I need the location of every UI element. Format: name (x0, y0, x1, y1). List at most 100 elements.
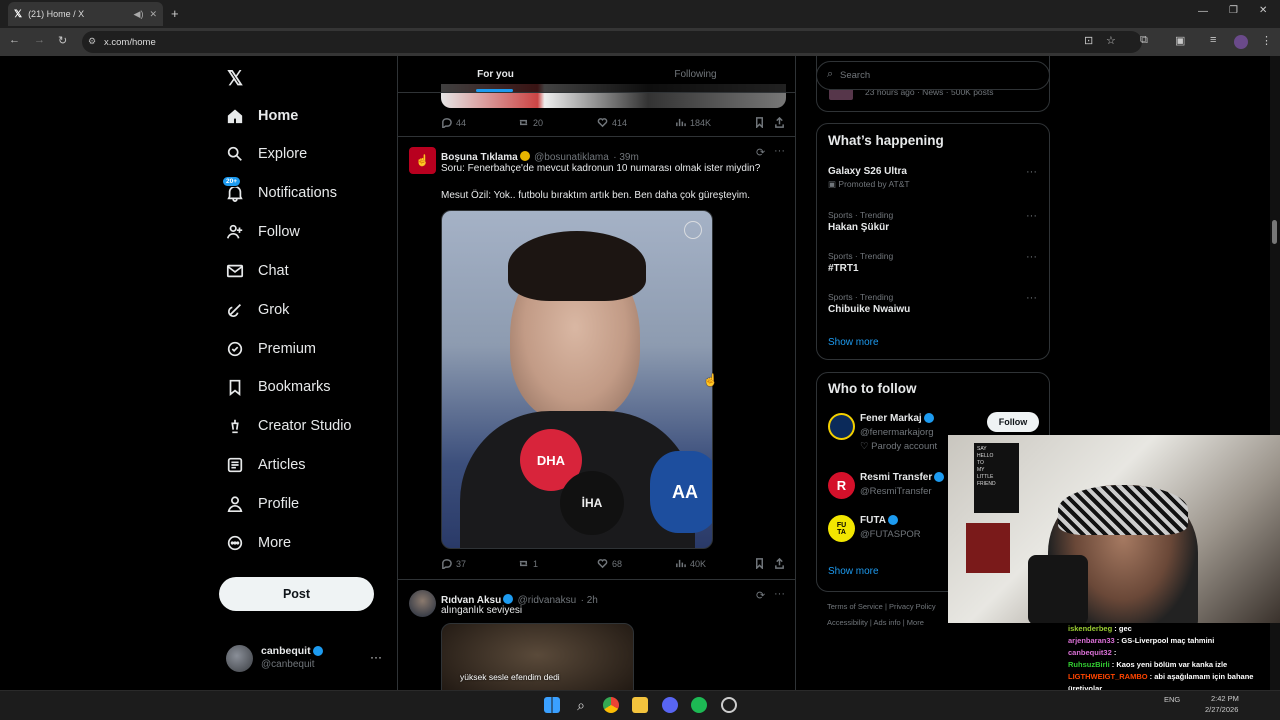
more-dots-icon[interactable]: ··· (370, 650, 382, 664)
footer-link[interactable]: Terms of Service (827, 602, 883, 611)
search-input[interactable]: Search (840, 70, 870, 81)
sidebar-item-articles[interactable]: Articles (226, 452, 306, 478)
search-box[interactable]: ⌕ Search (816, 61, 1050, 90)
restore-icon[interactable]: ❐ (1229, 5, 1238, 16)
footer-link[interactable]: Accessibility (827, 618, 868, 627)
avatar (828, 413, 855, 440)
repost-button[interactable]: 20 (518, 117, 543, 128)
scrollbar-thumb[interactable] (1272, 220, 1277, 244)
chat-text: : gec (1114, 624, 1132, 633)
sidebar-item-label: Bookmarks (258, 379, 331, 395)
more-dots-icon[interactable]: ··· (1026, 210, 1037, 222)
show-more-link[interactable]: Show more (828, 566, 879, 577)
views-button[interactable]: 184K (675, 117, 711, 128)
more-icon (226, 534, 244, 552)
extensions-icon[interactable]: ⧉ (1140, 34, 1148, 47)
more-dots-icon[interactable]: ··· (1026, 166, 1037, 178)
tweet[interactable]: ☝ Boşuna Tıklama @bosunatiklama · 39m ⟳ … (398, 137, 795, 579)
reading-list-icon[interactable]: ≡ (1210, 34, 1216, 46)
trend-item[interactable]: Galaxy S26 Ultra ▣ Promoted by AT&T (828, 166, 1038, 190)
tweet-media[interactable]: yüksek sesle efendim dedi (441, 623, 634, 690)
tray-time[interactable]: 2:42 PM (1211, 694, 1239, 703)
reply-button[interactable]: 37 (441, 558, 466, 569)
speaker-icon[interactable]: ◀) (134, 9, 144, 20)
repost-button[interactable]: 1 (518, 558, 538, 569)
trend-item[interactable]: Sports · Trending #TRT1 (828, 251, 1038, 274)
avatar[interactable]: ☝ (409, 147, 436, 174)
tray-lang[interactable]: ENG (1164, 695, 1180, 704)
close-window-icon[interactable]: ✕ (1259, 5, 1267, 16)
grok-icon[interactable]: ⟳ (756, 146, 765, 159)
sidebar-item-home[interactable]: Home (226, 103, 298, 129)
grok-icon[interactable]: ⟳ (756, 589, 765, 602)
trend-item[interactable]: Sports · Trending Hakan Şükür (828, 210, 1038, 233)
bookmark-button[interactable] (754, 117, 765, 128)
trend-meta: Sports · Trending (828, 210, 894, 220)
sidebar-icon[interactable]: ▣ (1175, 34, 1185, 47)
tab-following[interactable]: Following (598, 56, 793, 93)
like-button[interactable]: 68 (597, 558, 622, 569)
chrome-menu-icon[interactable]: ⋮ (1261, 34, 1272, 47)
app-taskbar-icon[interactable] (721, 697, 737, 713)
like-button[interactable]: 414 (597, 117, 627, 128)
footer-link[interactable]: More (907, 618, 924, 627)
file-explorer-icon[interactable] (632, 697, 648, 713)
show-more-link[interactable]: Show more (828, 337, 879, 348)
account-switcher[interactable]: canbequit @canbequit ··· (226, 644, 386, 674)
tweet-time[interactable]: · 2h (581, 595, 598, 606)
tweet-text-line-1: alınganlık seviyesi (441, 605, 523, 616)
author-handle[interactable]: @ridvanaksu (518, 595, 577, 606)
x-logo-icon[interactable]: 𝕏 (227, 66, 243, 91)
browser-tab[interactable]: 𝕏 (21) Home / X ◀) ✕ (8, 2, 163, 26)
close-tab-icon[interactable]: ✕ (149, 9, 157, 20)
sidebar-item-explore[interactable]: Explore (226, 141, 307, 167)
repost-count: 1 (533, 558, 539, 569)
new-tab-icon[interactable]: + (171, 6, 179, 21)
install-icon[interactable]: ⊡ (1084, 34, 1093, 47)
forward-icon[interactable]: → (34, 34, 45, 46)
tweet-media[interactable]: DHA İHA AA (441, 210, 713, 549)
taskbar-search-icon[interactable]: ⌕ (573, 697, 589, 713)
site-info-icon[interactable]: ⚙ (88, 36, 96, 47)
discord-icon[interactable] (662, 697, 678, 713)
sidebar-item-follow[interactable]: Follow (226, 219, 300, 245)
more-dots-icon[interactable]: ··· (1026, 292, 1037, 304)
windows-start-icon[interactable] (544, 697, 560, 713)
follow-button[interactable]: Follow (987, 412, 1039, 432)
tab-for-you[interactable]: For you (398, 56, 593, 93)
sidebar-item-premium[interactable]: Premium (226, 336, 316, 362)
sidebar-item-bookmarks[interactable]: Bookmarks (226, 374, 331, 400)
verified-icon (503, 593, 514, 604)
sidebar-item-notifications[interactable]: Notifications 20+ (222, 176, 337, 206)
sidebar-item-grok[interactable]: Grok (226, 297, 289, 323)
footer-link[interactable]: Ads info (874, 618, 901, 627)
reload-icon[interactable]: ↻ (58, 34, 67, 47)
share-button[interactable] (774, 558, 785, 569)
more-dots-icon[interactable]: ··· (774, 588, 785, 600)
avatar[interactable] (409, 590, 436, 617)
trend-item[interactable]: Sports · Trending Chibuike Nwaiwu (828, 292, 1038, 315)
post-button[interactable]: Post (219, 577, 374, 611)
sidebar-item-chat[interactable]: Chat (226, 258, 289, 284)
minimize-icon[interactable]: — (1198, 6, 1208, 17)
spotify-icon[interactable] (691, 697, 707, 713)
profile-avatar-icon[interactable] (1234, 35, 1248, 49)
bookmark-button[interactable] (754, 558, 765, 569)
more-dots-icon[interactable]: ··· (1026, 251, 1037, 263)
tweet[interactable]: Rıdvan Aksu @ridvanaksu · 2h ⟳ ··· alıng… (398, 580, 795, 690)
tray-date[interactable]: 2/27/2026 (1205, 705, 1238, 714)
views-button[interactable]: 40K (675, 558, 706, 569)
address-bar[interactable]: ⚙ x.com/home (82, 31, 1142, 53)
more-dots-icon[interactable]: ··· (774, 145, 785, 157)
share-button[interactable] (774, 117, 785, 128)
tweet-text-line-2: Mesut Özil: Yok.. futbolu bıraktım artık… (441, 190, 751, 201)
reply-button[interactable]: 44 (441, 117, 466, 128)
footer-link[interactable]: Privacy Policy (889, 602, 936, 611)
sidebar-item-creator-studio[interactable]: Creator Studio (226, 413, 352, 439)
sidebar-item-more[interactable]: More (226, 530, 291, 556)
back-icon[interactable]: ← (9, 34, 20, 46)
sidebar-item-profile[interactable]: Profile (226, 491, 299, 517)
chrome-taskbar-icon[interactable] (603, 697, 619, 713)
star-icon[interactable]: ☆ (1106, 34, 1116, 47)
chat-message: arjenbaran33 : GS-Liverpool maç tahmini (1068, 635, 1280, 647)
